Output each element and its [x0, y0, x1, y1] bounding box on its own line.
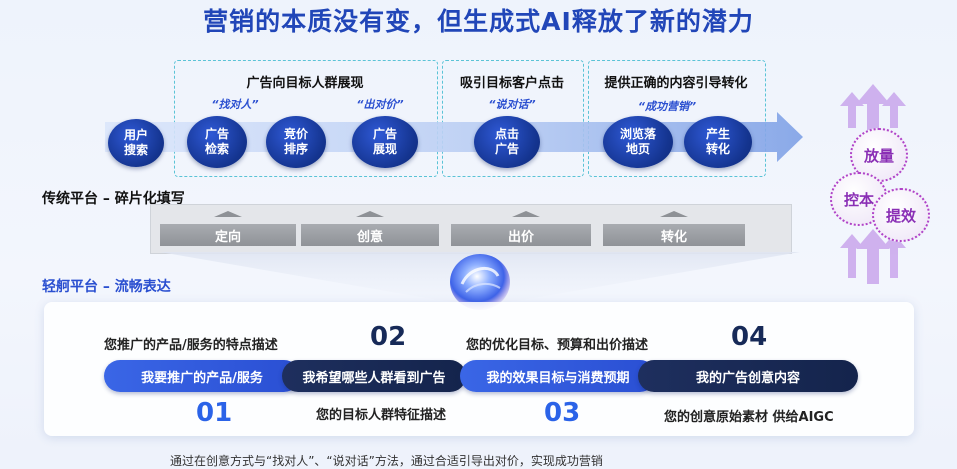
seg-marker-4: [660, 211, 688, 217]
desc-budget: 您的优化目标、预算和出价描述: [466, 338, 649, 353]
desc-creative-material: 您的创意原始素材 供给AIGC: [664, 410, 834, 425]
number-04: 04: [731, 322, 768, 352]
pill-ad-creative: 我的广告创意内容: [638, 360, 858, 392]
bubble-efficiency: 提效: [872, 188, 930, 242]
segment-bid: 出价: [451, 224, 591, 246]
step-landing-page: 浏览落 地页: [603, 116, 673, 168]
footnote: 通过在创意方式与“找对人”、“说对话”方法，通过合适引导出对价，实现成功营销: [170, 454, 603, 468]
seg-marker-2: [356, 211, 384, 217]
step-bid-ranking: 竞价 排序: [266, 116, 326, 168]
pill-effect-budget: 我的效果目标与消费预期: [460, 360, 656, 392]
step-conversion: 产生 转化: [684, 116, 752, 168]
step-ad-display: 广告 展现: [352, 116, 418, 168]
group-label-conversion: 提供正确的内容引导转化: [604, 76, 748, 91]
group-label-exposure: 广告向目标人群展现: [246, 76, 364, 91]
number-03: 03: [544, 398, 581, 428]
desc-audience: 您的目标人群特征描述: [316, 408, 447, 423]
number-01: 01: [196, 398, 233, 428]
pill-target-audience: 我希望哪些人群看到广告: [282, 360, 466, 392]
segment-conversion: 转化: [603, 224, 745, 246]
seg-marker-1: [214, 211, 242, 217]
step-user-search: 用户 搜索: [108, 119, 164, 167]
step-click-ad: 点击 广告: [474, 116, 540, 168]
step-ad-retrieval: 广告 检索: [187, 116, 247, 168]
desc-product: 您推广的产品/服务的特点描述: [104, 338, 278, 353]
page-title: 营销的本质没有变，但生成式AI释放了新的潜力: [203, 7, 754, 36]
qingzhou-platform-label: 轻舸平台 – 流畅表达: [42, 279, 171, 295]
seg-marker-3: [512, 211, 540, 217]
pill-product-service: 我要推广的产品/服务: [104, 360, 300, 392]
segment-creative: 创意: [301, 224, 439, 246]
segment-targeting: 定向: [160, 224, 296, 246]
number-02: 02: [370, 322, 407, 352]
group-label-click: 吸引目标客户点击: [459, 76, 564, 91]
